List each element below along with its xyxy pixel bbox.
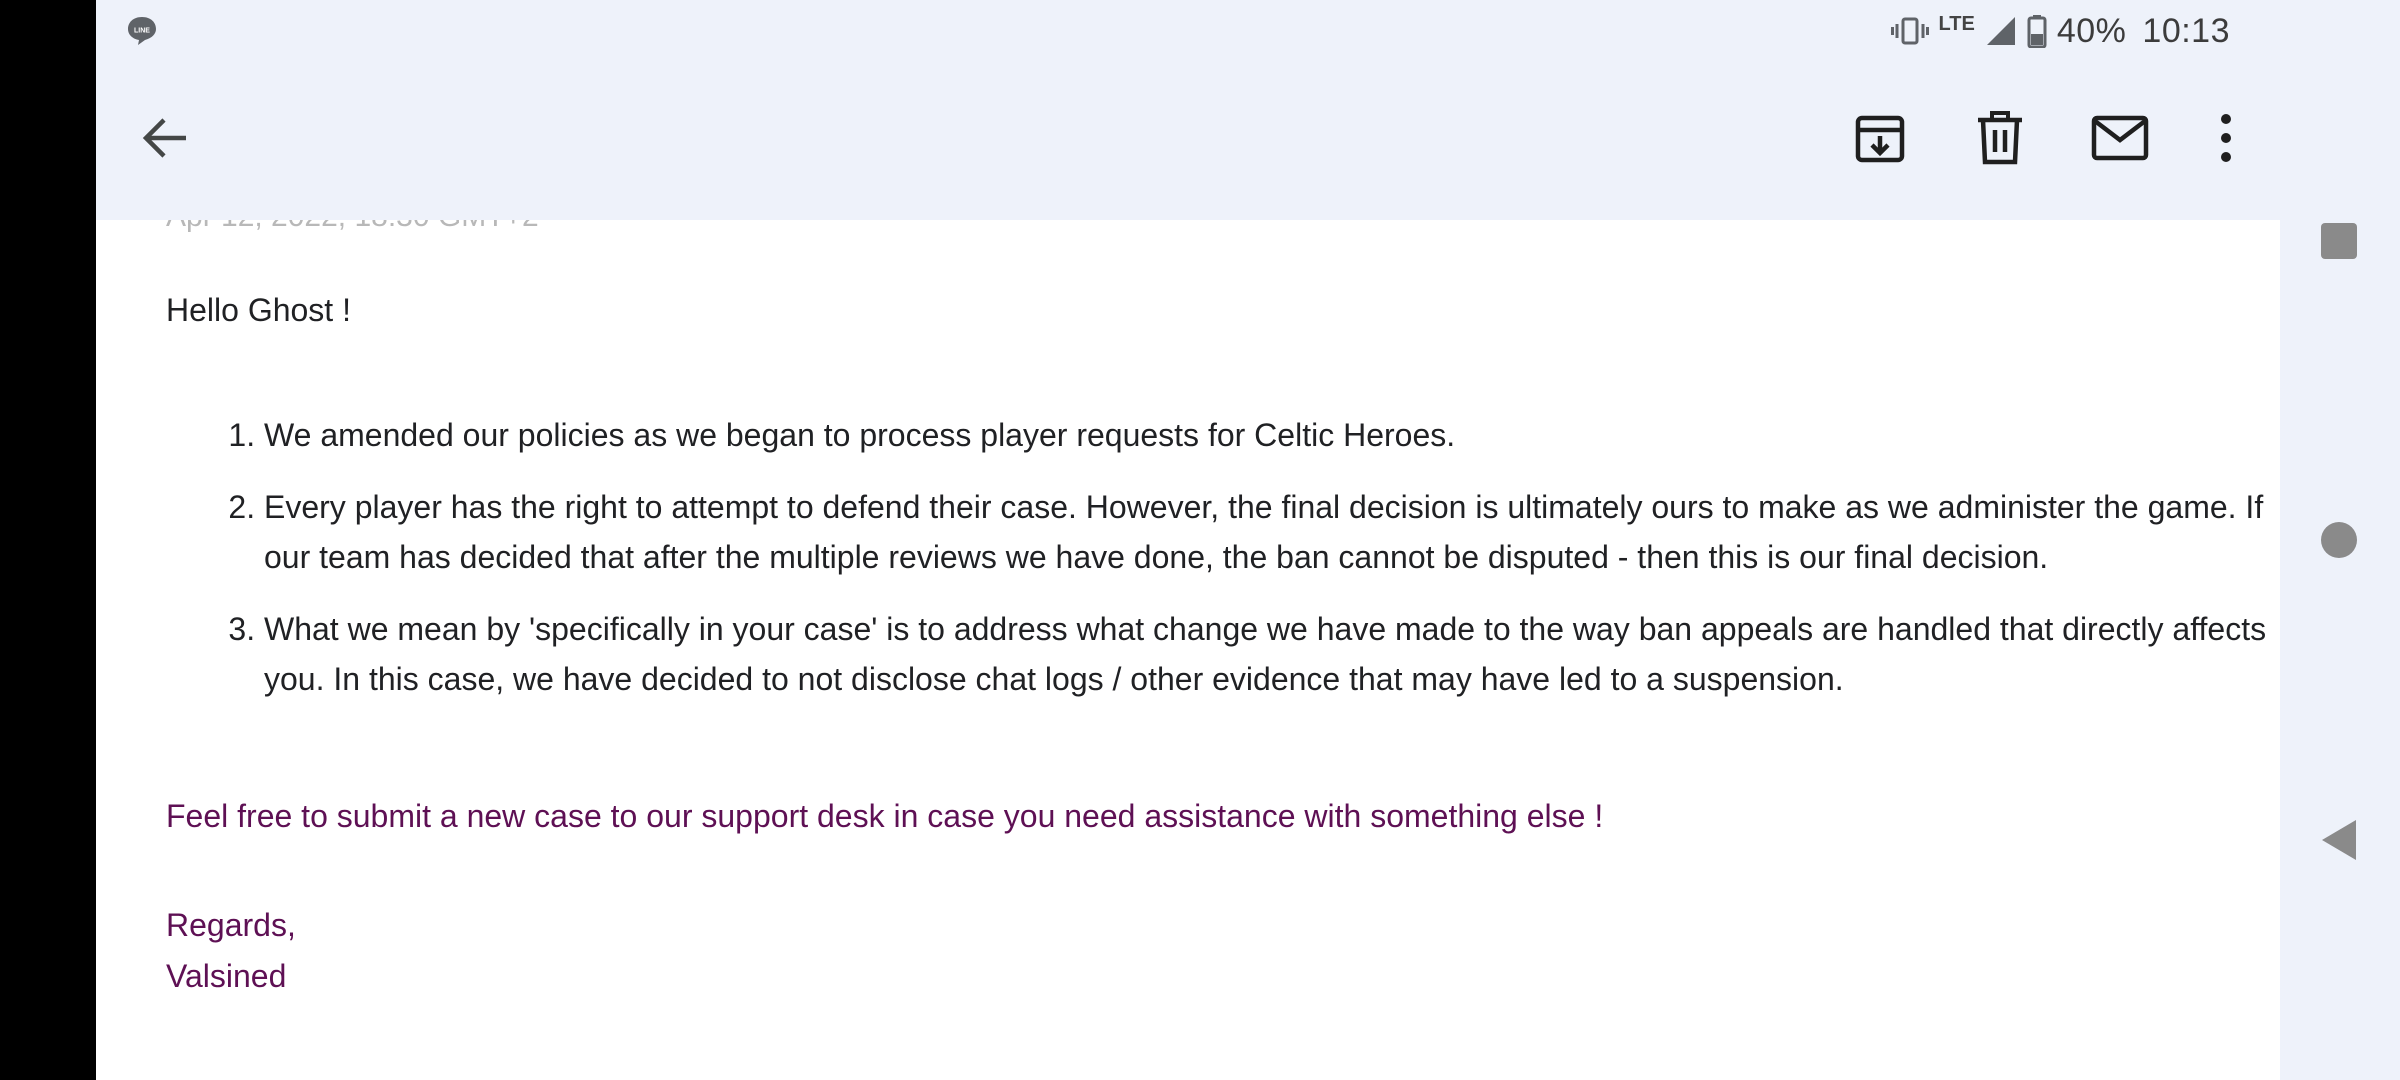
list-item: What we mean by 'specifically in your ca…	[264, 604, 2280, 704]
clock-time: 10:13	[2142, 11, 2230, 50]
email-closing: Feel free to submit a new case to our su…	[166, 798, 1604, 834]
battery-icon	[2027, 15, 2047, 48]
lte-indicator: LTE	[1938, 12, 1975, 35]
list-item: Every player has the right to attempt to…	[264, 482, 2280, 582]
list-item: We amended our policies as we began to p…	[264, 410, 2280, 460]
signature-name: Valsined	[166, 958, 287, 994]
line-logo-text: LINE	[134, 28, 150, 35]
email-body: Apr 12, 2022, 18:30 GMT+2 Hello Ghost ! …	[96, 220, 2280, 1080]
battery-percent: 40%	[2056, 11, 2127, 50]
mark-unread-icon[interactable]	[2090, 108, 2150, 168]
regards-text: Regards,	[166, 907, 296, 943]
back-arrow-icon[interactable]	[136, 108, 196, 168]
email-app: LINE LTE 40% 10:13 Hello Ghost ! 1. We a…	[96, 0, 2280, 1080]
navigation-bar	[2280, 0, 2400, 1080]
email-numbered-list: We amended our policies as we began to p…	[166, 410, 2280, 726]
signal-icon	[1986, 17, 2015, 45]
status-indicators: LTE 40% 10:13	[1890, 10, 2230, 52]
vibrate-icon	[1890, 17, 1929, 45]
recents-square-icon[interactable]	[2320, 222, 2358, 260]
delete-icon[interactable]	[1970, 108, 2030, 168]
home-circle-icon[interactable]	[2320, 521, 2358, 559]
email-greeting: Hello Ghost !	[166, 292, 351, 328]
email-date: Apr 12, 2022, 18:30 GMT+2	[166, 220, 539, 234]
archive-icon[interactable]	[1850, 108, 1910, 168]
left-black-strip	[0, 0, 96, 1080]
back-triangle-icon[interactable]	[2320, 818, 2358, 862]
more-options-icon[interactable]	[2196, 108, 2256, 168]
line-app-notification-icon: LINE	[128, 17, 156, 45]
email-toolbar	[96, 62, 2280, 220]
status-bar: LINE LTE 40% 10:13	[96, 0, 2280, 62]
email-signoff: Regards, Valsined	[166, 900, 296, 1002]
